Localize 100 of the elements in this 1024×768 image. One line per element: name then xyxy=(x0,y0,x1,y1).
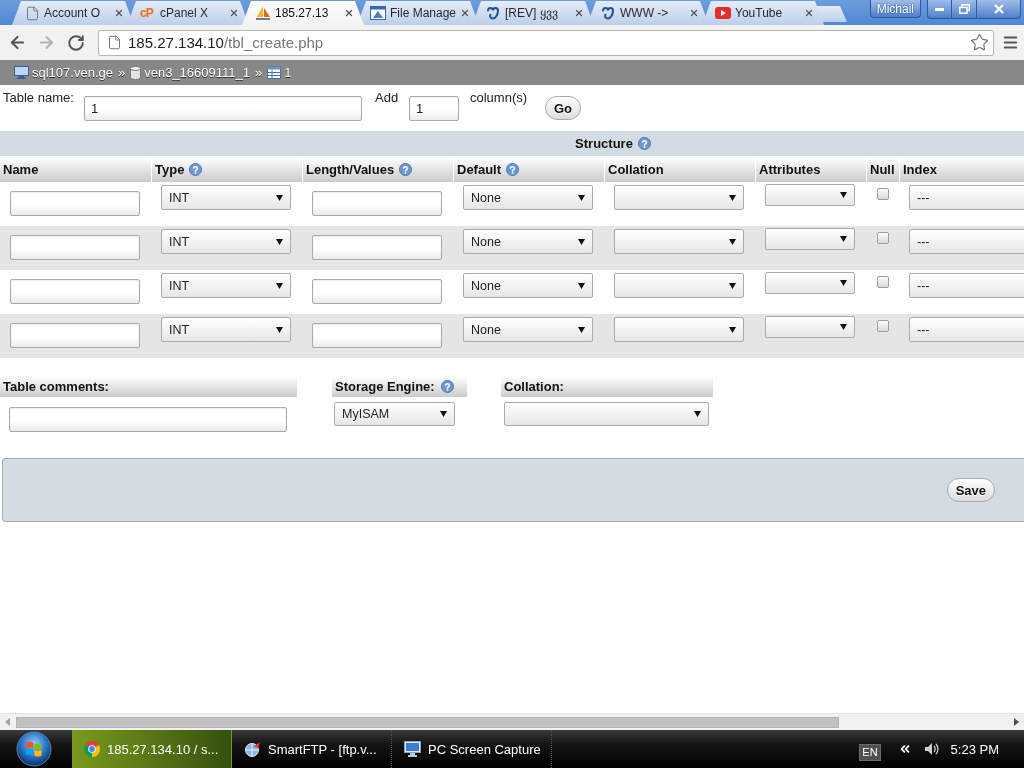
tab-logo: cP xyxy=(140,6,155,20)
null-checkbox[interactable] xyxy=(877,188,889,200)
caret-icon xyxy=(578,194,585,201)
taskbar-button[interactable]: 185.27.134.10 / s... xyxy=(72,730,232,768)
option-select[interactable]: MyISAM xyxy=(334,402,455,426)
column-heading: Length/Values xyxy=(306,162,395,177)
column-name-field[interactable] xyxy=(10,279,140,304)
go-button[interactable]: Go xyxy=(545,96,582,120)
help-icon[interactable] xyxy=(506,163,520,176)
type-select[interactable]: INT xyxy=(161,317,291,342)
table-name-field[interactable]: 1 xyxy=(84,96,362,121)
help-icon[interactable] xyxy=(399,163,413,176)
caret-icon xyxy=(840,236,847,242)
caret-icon xyxy=(840,324,847,330)
null-checkbox[interactable] xyxy=(877,276,889,288)
column-name-field[interactable] xyxy=(10,191,140,216)
default-select[interactable]: None xyxy=(463,229,593,254)
option-heading: Storage Engine: xyxy=(335,379,435,394)
back-icon[interactable] xyxy=(8,33,27,52)
save-button[interactable]: Save xyxy=(946,478,995,502)
breadcrumb-separator: » xyxy=(255,65,263,80)
default-select[interactable]: None xyxy=(463,317,593,342)
right-arrow-icon[interactable] xyxy=(1014,718,1019,726)
column-heading: Index xyxy=(903,162,937,177)
taskbar-button[interactable]: PC Screen Capture xyxy=(392,730,552,768)
index-select[interactable]: --- xyxy=(909,317,1024,342)
help-icon[interactable] xyxy=(440,380,454,393)
close-icon[interactable] xyxy=(689,8,699,18)
breadcrumb-link[interactable]: ven3_16609111_1 xyxy=(130,65,250,80)
breadcrumb-link[interactable]: 1 xyxy=(267,65,292,80)
attributes-select[interactable] xyxy=(765,228,855,250)
option-select[interactable] xyxy=(504,402,709,426)
speaker-icon[interactable] xyxy=(923,741,940,757)
close-button[interactable] xyxy=(977,0,1021,19)
swirl-icon xyxy=(600,5,616,21)
reload-icon[interactable] xyxy=(67,33,85,52)
attributes-select[interactable] xyxy=(765,316,855,338)
column-heading: Type xyxy=(155,162,185,177)
menu-icon[interactable] xyxy=(1002,34,1019,51)
address-field[interactable]: 185.27.134.10/tbl_create.php xyxy=(98,29,994,56)
column-name-field[interactable] xyxy=(10,323,140,348)
index-select[interactable]: --- xyxy=(909,229,1024,254)
close-icon[interactable] xyxy=(460,8,471,18)
type-select[interactable]: INT xyxy=(161,185,291,210)
caret-icon xyxy=(578,238,585,245)
collation-select[interactable] xyxy=(614,317,744,342)
browser-tab[interactable]: 185.27.13 xyxy=(242,1,364,25)
type-select[interactable]: INT xyxy=(161,229,291,254)
breadcrumb-separator: » xyxy=(117,65,126,80)
column-heading: Name xyxy=(3,162,39,177)
structure-title: Structure xyxy=(575,136,633,151)
table-icon xyxy=(267,66,282,79)
restore-icon xyxy=(958,4,970,14)
close-icon[interactable] xyxy=(804,8,814,18)
length-field[interactable] xyxy=(312,279,442,304)
taskbar-button[interactable]: SmartFTP - [ftp.v... xyxy=(232,730,392,768)
swirl-icon xyxy=(485,5,501,21)
close-icon[interactable] xyxy=(114,8,124,18)
restore-button[interactable] xyxy=(952,0,977,19)
length-field[interactable] xyxy=(312,191,442,216)
star-icon[interactable] xyxy=(970,33,989,52)
attributes-select[interactable] xyxy=(765,272,855,294)
comments-field[interactable] xyxy=(9,407,287,432)
default-select[interactable]: None xyxy=(463,273,593,298)
caret-icon xyxy=(694,411,701,417)
caret-icon xyxy=(578,282,585,289)
null-checkbox[interactable] xyxy=(877,320,889,332)
breadcrumb-link[interactable]: sql107.ven.ge xyxy=(14,65,113,80)
caret-icon xyxy=(729,238,736,245)
help-icon[interactable] xyxy=(189,163,203,176)
chrome-ball-icon xyxy=(84,741,100,757)
collation-select[interactable] xyxy=(614,229,744,254)
column-name-field[interactable] xyxy=(10,235,140,260)
close-icon[interactable] xyxy=(344,8,354,18)
collation-select[interactable] xyxy=(614,273,744,298)
browser-tab[interactable]: YouTube xyxy=(702,1,824,25)
close-icon[interactable] xyxy=(229,8,239,18)
index-select[interactable]: --- xyxy=(909,185,1024,210)
default-select[interactable]: None xyxy=(463,185,593,210)
clock: 5:23 PM xyxy=(950,741,999,757)
table-name-label: Table name: xyxy=(3,90,75,105)
index-select[interactable]: --- xyxy=(909,273,1024,298)
attributes-select[interactable] xyxy=(765,184,855,206)
collation-select[interactable] xyxy=(614,185,744,210)
start-button[interactable] xyxy=(14,730,54,768)
forward-icon[interactable] xyxy=(37,33,56,52)
length-field[interactable] xyxy=(312,235,442,260)
minimize-button[interactable] xyxy=(927,0,952,19)
close-icon[interactable] xyxy=(574,8,584,18)
left-arrow-icon[interactable] xyxy=(5,718,10,726)
language-indicator[interactable]: EN xyxy=(859,743,881,761)
type-select[interactable]: INT xyxy=(161,273,291,298)
columns-label: column(s) xyxy=(470,90,529,105)
caret-icon xyxy=(276,238,283,245)
length-field[interactable] xyxy=(312,323,442,348)
null-checkbox[interactable] xyxy=(877,232,889,244)
help-icon[interactable] xyxy=(637,137,651,150)
scrollbar-thumb[interactable] xyxy=(16,716,839,728)
column-count-field[interactable]: 1 xyxy=(409,96,459,121)
column-heading: Null xyxy=(870,162,895,177)
